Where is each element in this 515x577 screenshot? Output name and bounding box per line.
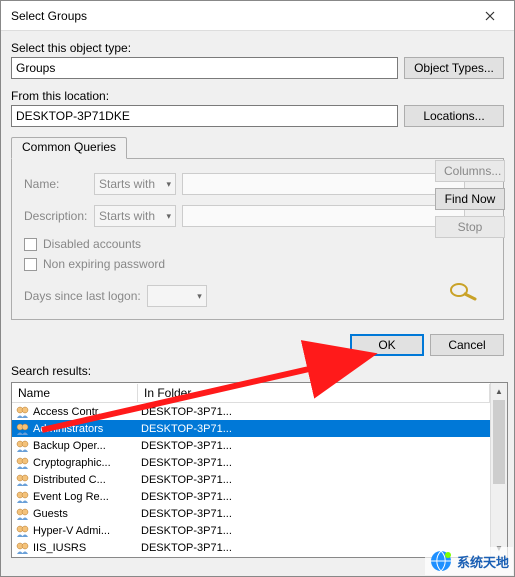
common-queries-panel: Name: Starts with▾ Description: Starts w… (11, 158, 504, 320)
group-icon (15, 541, 31, 555)
results-list[interactable]: Name In Folder Access Contr... DESKTOP-3P… (11, 382, 508, 558)
chevron-down-icon: ▾ (166, 211, 171, 222)
header-folder[interactable]: In Folder (138, 384, 490, 402)
table-row[interactable]: Cryptographic... DESKTOP-3P71... (12, 454, 490, 471)
group-icon (15, 507, 31, 521)
row-folder: DESKTOP-3P71... (138, 423, 490, 435)
row-name: Guests (33, 508, 68, 520)
close-button[interactable] (470, 2, 510, 30)
row-folder: DESKTOP-3P71... (138, 457, 490, 469)
search-results-label: Search results: (1, 362, 514, 382)
table-row[interactable]: Event Log Re... DESKTOP-3P71... (12, 488, 490, 505)
header-name[interactable]: Name (12, 384, 138, 402)
row-folder: DESKTOP-3P71... (138, 406, 490, 418)
description-label: Description: (24, 209, 88, 223)
row-name: Administrators (33, 423, 103, 435)
scroll-thumb[interactable] (493, 400, 505, 484)
name-combo[interactable]: Starts with▾ (94, 173, 176, 195)
days-label: Days since last logon: (24, 289, 141, 303)
watermark-text: 系统天地 (457, 552, 509, 571)
watermark: 系统天地 (425, 547, 513, 575)
columns-button[interactable]: Columns... (435, 160, 505, 182)
table-row[interactable]: Guests DESKTOP-3P71... (12, 505, 490, 522)
titlebar: Select Groups (1, 1, 514, 31)
cancel-button[interactable]: Cancel (430, 334, 504, 356)
group-icon (15, 422, 31, 436)
row-folder: DESKTOP-3P71... (138, 508, 490, 520)
disabled-accounts-checkbox[interactable] (24, 238, 37, 251)
chevron-down-icon: ▾ (197, 291, 202, 302)
scroll-up-button[interactable]: ▲ (491, 383, 507, 400)
group-icon (15, 524, 31, 538)
table-row[interactable]: Administrators DESKTOP-3P71... (12, 420, 490, 437)
close-icon (485, 11, 495, 21)
row-name: IIS_IUSRS (33, 542, 86, 554)
description-combo[interactable]: Starts with▾ (94, 205, 176, 227)
side-buttons: Columns... Find Now Stop (435, 160, 505, 238)
row-folder: DESKTOP-3P71... (138, 474, 490, 486)
group-icon (15, 405, 31, 419)
row-folder: DESKTOP-3P71... (138, 525, 490, 537)
group-icon (15, 456, 31, 470)
group-icon (15, 439, 31, 453)
table-row[interactable]: Hyper-V Admi... DESKTOP-3P71... (12, 522, 490, 539)
row-folder: DESKTOP-3P71... (138, 491, 490, 503)
non-expiring-label: Non expiring password (43, 257, 165, 271)
action-bar: OK Cancel (1, 326, 514, 362)
name-input[interactable] (182, 173, 465, 195)
chevron-down-icon: ▾ (166, 179, 171, 190)
row-name: Hyper-V Admi... (33, 525, 110, 537)
days-combo[interactable]: ▾ (147, 285, 207, 307)
row-name: Access Contr... (33, 406, 107, 418)
name-label: Name: (24, 177, 88, 191)
disabled-accounts-label: Disabled accounts (43, 237, 141, 251)
table-row[interactable]: Distributed C... DESKTOP-3P71... (12, 471, 490, 488)
row-name: Cryptographic... (33, 457, 111, 469)
location-label: From this location: (11, 89, 504, 103)
scrollbar[interactable]: ▲ ▼ (490, 383, 507, 557)
group-icon (15, 490, 31, 504)
object-types-button[interactable]: Object Types... (404, 57, 504, 79)
description-input[interactable] (182, 205, 465, 227)
non-expiring-checkbox[interactable] (24, 258, 37, 271)
table-row[interactable]: Access Contr... DESKTOP-3P71... (12, 403, 490, 420)
location-field[interactable] (11, 105, 398, 127)
locations-button[interactable]: Locations... (404, 105, 504, 127)
ok-button[interactable]: OK (350, 334, 424, 356)
group-icon (15, 473, 31, 487)
row-name: Event Log Re... (33, 491, 109, 503)
table-row[interactable]: Network Confi...DESKTOP-3P71... (12, 556, 490, 557)
find-now-button[interactable]: Find Now (435, 188, 505, 210)
table-row[interactable]: IIS_IUSRSDESKTOP-3P71... (12, 539, 490, 556)
object-type-label: Select this object type: (11, 41, 504, 55)
select-groups-dialog: Select Groups Select this object type: O… (0, 0, 515, 577)
row-folder: DESKTOP-3P71... (138, 440, 490, 452)
row-name: Distributed C... (33, 474, 106, 486)
object-type-field[interactable] (11, 57, 398, 79)
scroll-track[interactable] (491, 400, 507, 540)
table-row[interactable]: Backup Oper... DESKTOP-3P71... (12, 437, 490, 454)
dialog-title: Select Groups (11, 9, 470, 23)
search-icon (447, 280, 479, 305)
globe-icon (429, 549, 453, 573)
tab-common-queries[interactable]: Common Queries (11, 137, 127, 159)
row-name: Backup Oper... (33, 440, 106, 452)
results-header[interactable]: Name In Folder (12, 383, 490, 403)
stop-button[interactable]: Stop (435, 216, 505, 238)
